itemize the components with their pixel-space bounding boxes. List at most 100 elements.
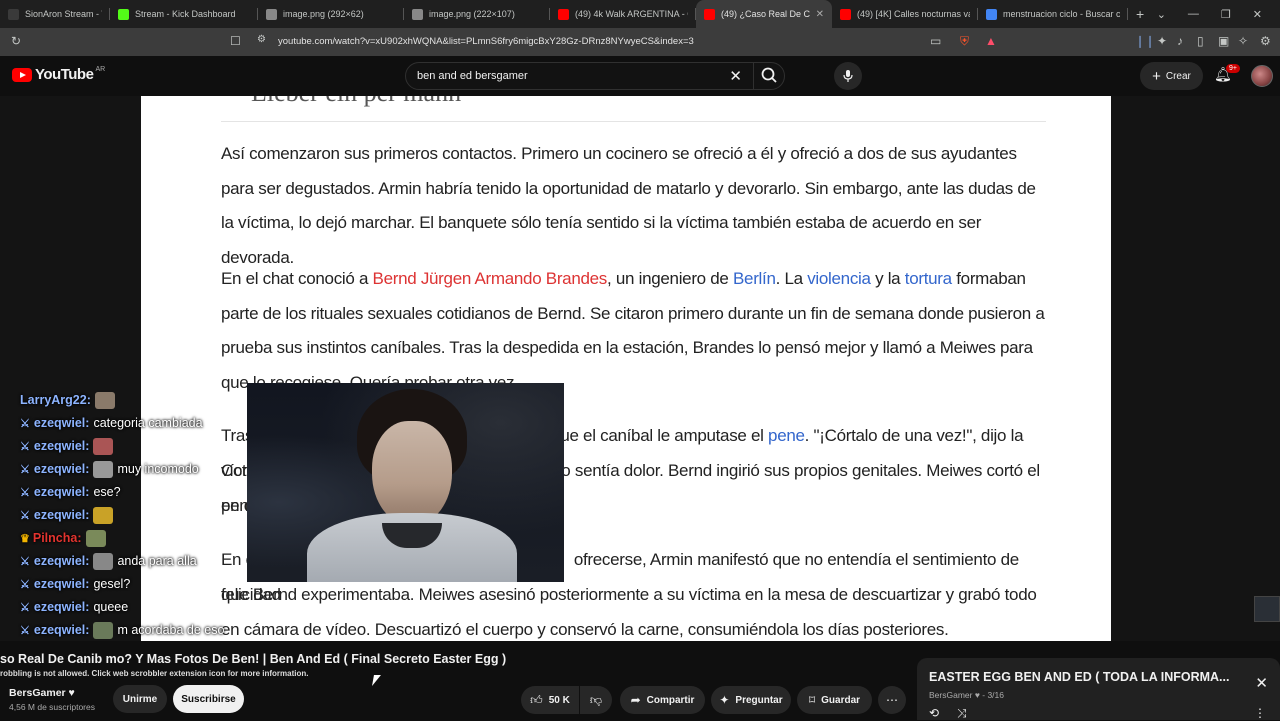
search-icon — [761, 67, 777, 83]
site-info-icon[interactable]: ⚙ — [257, 34, 266, 45]
more-actions-button[interactable]: ⋯ — [878, 686, 906, 714]
browser-tab-bar: SionAron Stream - Watch Stream - Kick Das… — [0, 0, 1280, 28]
ask-button[interactable]: ✦ Preguntar — [711, 686, 791, 714]
notification-count-badge: 9+ — [1226, 64, 1240, 73]
wallet-icon[interactable]: ▣ — [1218, 34, 1229, 48]
tab-search-icon[interactable]: ⌄ — [1157, 8, 1166, 21]
minimize-icon[interactable]: — — [1188, 8, 1199, 20]
chat-username: ezeqwiel: — [33, 416, 90, 430]
search-box[interactable]: ben and ed bersgamer ✕ — [405, 62, 785, 90]
playlist-title[interactable]: EASTER EGG BEN AND ED ( TODA LA INFORMA.… — [929, 670, 1229, 684]
browser-tab[interactable]: SionAron Stream - Watch — [0, 0, 110, 28]
moderator-badge-icon: ⚔ — [20, 601, 30, 614]
chat-emote-icon — [85, 529, 106, 547]
new-tab-button[interactable]: + — [1128, 0, 1152, 28]
like-button[interactable]: 👍︎ 50 K — [521, 686, 579, 714]
tab-title: (49) [4K] Calles nocturnas vac — [857, 9, 970, 19]
chat-message: ⚔ ezeqwiel: muy incomodo — [20, 459, 199, 479]
chat-text: muy incomodo — [117, 462, 199, 476]
close-window-icon[interactable]: ✕ — [1253, 8, 1262, 21]
channel-name[interactable]: BersGamer ♥ — [9, 687, 75, 699]
restore-icon[interactable]: ❐ — [1221, 8, 1231, 21]
moderator-badge-icon: ⚔ — [20, 509, 30, 522]
video-title: so Real De Canib mo? Y Mas Fotos De Ben!… — [0, 652, 507, 666]
chat-emote-icon — [93, 506, 114, 524]
chat-text: ese? — [93, 485, 121, 499]
doc-link: tortura — [904, 269, 952, 288]
browser-tab[interactable]: image.png (292×62) — [258, 0, 404, 28]
chat-message: ⚔ ezeqwiel: gesel? — [20, 574, 130, 594]
reload-icon[interactable]: ↻ — [11, 34, 21, 48]
tab-title: image.png (222×107) — [429, 9, 515, 19]
voice-search-button[interactable] — [834, 62, 862, 90]
chat-message: ⚔ ezeqwiel: — [20, 436, 114, 456]
chat-message: ⚔ ezeqwiel: anda para alla — [20, 551, 197, 571]
playlist-channel[interactable]: BersGamer ♥ — [929, 690, 980, 700]
sidebar-icon[interactable]: ▯ — [1197, 34, 1204, 48]
tab-favicon-icon — [558, 8, 569, 20]
thumbs-up-icon: 👍︎ — [530, 692, 543, 707]
profile-menu-icon[interactable]: ⚙ — [1260, 34, 1271, 48]
youtube-logo[interactable]: YouTube AR — [12, 66, 105, 83]
puzzle-icon[interactable]: ✧ — [1238, 34, 1248, 48]
tab-favicon-icon — [704, 8, 715, 20]
account-avatar[interactable] — [1251, 65, 1273, 87]
bookmark-icon[interactable]: ☐ — [230, 34, 241, 48]
search-input[interactable]: ben and ed bersgamer — [417, 70, 528, 82]
thumbs-down-icon: 👎︎ — [589, 692, 603, 707]
chat-emote-icon — [93, 621, 114, 639]
chat-username: ezeqwiel: — [33, 577, 90, 591]
browser-tab[interactable]: menstruacion ciclo - Buscar co — [978, 0, 1128, 28]
join-label: Unirme — [122, 693, 158, 705]
miniplayer-thumbnail[interactable] — [1254, 596, 1280, 622]
loop-icon[interactable]: ⟲ — [929, 706, 939, 720]
doc-paragraph-1: Así comenzaron sus primeros contactos. P… — [221, 144, 1036, 267]
tab-title: (49) ¿Caso Real De Ca — [721, 9, 810, 19]
doc-paragraph-2: En el chat conoció a Bernd Jürgen Armand… — [221, 269, 1045, 392]
browser-tab[interactable]: (49) [4K] Calles nocturnas vac — [832, 0, 978, 28]
doc-link: pene — [768, 426, 805, 445]
tab-title: Stream - Kick Dashboard — [135, 9, 236, 19]
tab-favicon-icon — [118, 8, 129, 20]
chat-text: queee — [93, 600, 129, 614]
doc-link: violencia — [807, 269, 871, 288]
install-app-icon[interactable]: ▭ — [930, 34, 941, 48]
share-button[interactable]: ➦ Compartir — [620, 686, 705, 714]
browser-tab[interactable]: image.png (222×107) — [404, 0, 550, 28]
subscriber-count: 4,56 M de suscriptores — [9, 702, 95, 712]
chat-username: ezeqwiel: — [33, 485, 90, 499]
close-playlist-icon[interactable]: ✕ — [1255, 674, 1268, 692]
dislike-button[interactable]: 👎︎ — [580, 686, 612, 714]
subscribe-button[interactable]: Suscribirse — [173, 685, 244, 713]
chat-username: ezeqwiel: — [33, 462, 90, 476]
moderator-badge-icon: ⚔ — [20, 578, 30, 591]
join-button[interactable]: Unirme — [113, 685, 167, 713]
save-button[interactable]: ⌑ Guardar — [797, 686, 872, 714]
brave-rewards-icon[interactable]: ▲ — [985, 34, 997, 48]
browser-tab[interactable]: (49) ¿Caso Real De Ca ✕ — [696, 0, 832, 28]
chat-text: categoria cambiada — [93, 416, 203, 430]
brave-shield-icon[interactable]: ⛨ — [960, 34, 969, 49]
moderator-badge-icon: ⚔ — [20, 555, 30, 568]
shuffle-icon[interactable]: ⤨ — [957, 706, 967, 721]
url-text[interactable]: youtube.com/watch?v=xU902xhWQNA&list=PLm… — [278, 36, 694, 47]
subscribe-label: Suscribirse — [181, 693, 236, 705]
crown-badge-icon: ♛ — [20, 532, 30, 545]
playlist-menu-icon[interactable]: ⋮ — [1254, 706, 1266, 720]
close-tab-icon[interactable]: ✕ — [816, 9, 824, 20]
chat-message: ⚔ ezeqwiel: ese? — [20, 482, 121, 502]
create-button[interactable]: + Crear — [1140, 62, 1203, 90]
search-button[interactable] — [753, 62, 785, 90]
chat-text: gesel? — [93, 577, 131, 591]
extensions-icon[interactable]: ✦ — [1157, 34, 1167, 48]
moderator-badge-icon: ⚔ — [20, 417, 30, 430]
doc-paragraph-7: que Bernd experimentaba. Meiwes asesinó … — [221, 585, 1037, 639]
mic-icon — [843, 70, 853, 82]
chat-text: anda para alla — [117, 554, 197, 568]
tab-title: (49) 4k Walk ARGENTINA - CO — [575, 9, 688, 19]
leo-icon[interactable]: ❘❘ — [1135, 34, 1155, 48]
browser-tab[interactable]: Stream - Kick Dashboard — [110, 0, 258, 28]
clear-search-icon[interactable]: ✕ — [729, 67, 742, 85]
browser-tab[interactable]: (49) 4k Walk ARGENTINA - CO — [550, 0, 696, 28]
music-icon[interactable]: ♪ — [1177, 34, 1183, 48]
